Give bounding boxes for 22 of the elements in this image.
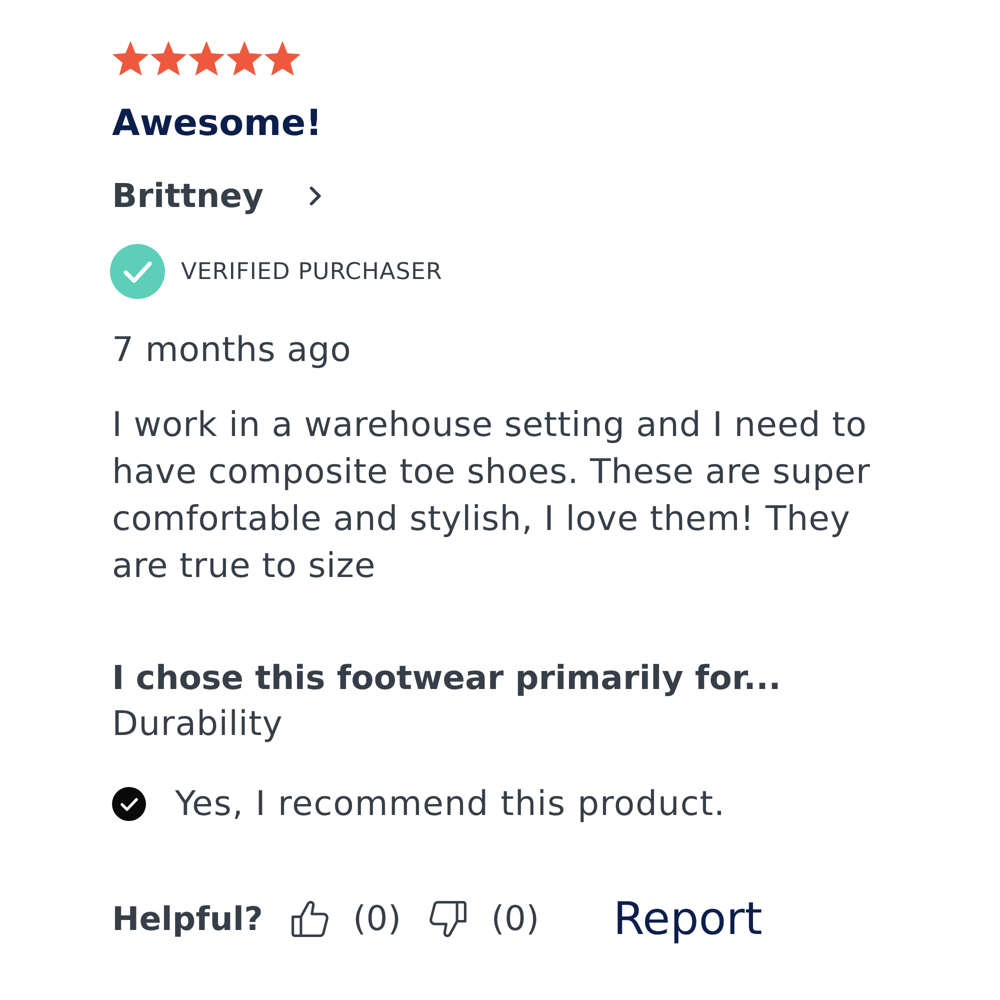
thumbs-down-button[interactable]: (0) xyxy=(429,899,540,939)
recommendation-text: Yes, I recommend this product. xyxy=(175,783,726,826)
star-icon xyxy=(112,41,149,76)
verified-label: VERIFIED PURCHASER xyxy=(181,258,442,286)
chevron-right-icon xyxy=(308,186,321,206)
review-text: I work in a warehouse setting and I need to have composite toe shoes. These are super comfortable and stylish, I love them! They are true to size xyxy=(112,404,872,588)
star-icon xyxy=(188,41,225,76)
checkmark-circle-icon xyxy=(110,244,165,299)
star-icon xyxy=(264,41,301,76)
checkmark-circle-icon xyxy=(112,787,146,821)
thumbs-up-icon xyxy=(290,900,329,938)
thumbs-up-button[interactable]: (0) xyxy=(290,899,402,939)
question-label: I chose this footwear primarily for... xyxy=(112,657,782,699)
star-icon xyxy=(150,41,187,76)
review-title: Awesome! xyxy=(112,102,322,146)
helpful-label: Helpful? xyxy=(112,899,263,939)
question-answer: Durability xyxy=(112,703,283,746)
reviewer-link[interactable]: Brittney xyxy=(112,174,321,218)
report-link[interactable]: Report xyxy=(613,891,762,947)
star-icon xyxy=(226,41,263,76)
thumbs-down-icon xyxy=(429,900,468,938)
review-date: 7 months ago xyxy=(112,329,352,372)
